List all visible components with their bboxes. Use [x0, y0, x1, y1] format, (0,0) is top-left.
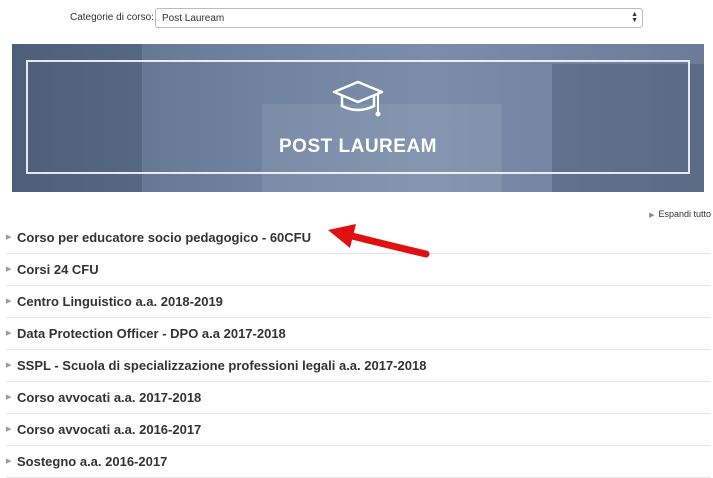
select-caret-icon: ▲ ▼: [631, 11, 638, 24]
collapse-triangle-icon: ▶: [6, 426, 12, 433]
collapse-triangle-icon: ▶: [6, 458, 12, 465]
collapse-triangle-icon: ▶: [6, 234, 12, 241]
banner-title: POST LAUREAM: [279, 136, 437, 157]
course-name[interactable]: Sostegno a.a. 2016-2017: [17, 454, 167, 469]
collapse-triangle-icon: ▶: [6, 266, 12, 273]
expand-all-label: Espandi tutto: [658, 209, 711, 219]
collapse-triangle-icon: ▶: [6, 394, 12, 401]
expand-triangle-icon: ▶: [649, 212, 655, 219]
course-item[interactable]: ▶ Centro Linguistico a.a. 2018-2019: [6, 286, 710, 318]
collapse-triangle-icon: ▶: [6, 330, 12, 337]
collapse-triangle-icon: ▶: [6, 298, 12, 305]
course-item[interactable]: ▶ Corso avvocati a.a. 2016-2017: [6, 414, 710, 446]
course-name[interactable]: Corso avvocati a.a. 2017-2018: [17, 390, 201, 405]
course-name[interactable]: Centro Linguistico a.a. 2018-2019: [17, 294, 223, 309]
category-banner: POST LAUREAM: [12, 44, 704, 192]
course-name[interactable]: Corso avvocati a.a. 2016-2017: [17, 422, 201, 437]
collapse-triangle-icon: ▶: [6, 362, 12, 369]
course-item[interactable]: ▶ SSPL - Scuola di specializzazione prof…: [6, 350, 710, 382]
course-name[interactable]: Data Protection Officer - DPO a.a 2017-2…: [17, 326, 286, 341]
category-filter: Categorie di corso: Post Lauream ▲ ▼: [0, 8, 713, 30]
course-name[interactable]: Corsi 24 CFU: [17, 262, 99, 277]
course-item[interactable]: ▶ Sostegno a.a. 2016-2017: [6, 446, 710, 478]
red-arrow-annotation: [328, 224, 430, 258]
course-name[interactable]: Corso per educatore socio pedagogico - 6…: [17, 230, 311, 245]
graduation-cap-icon: [332, 80, 384, 117]
course-item[interactable]: ▶ Corso avvocati a.a. 2017-2018: [6, 382, 710, 414]
expand-all-link[interactable]: ▶ Espandi tutto: [649, 209, 711, 219]
course-item[interactable]: ▶ Data Protection Officer - DPO a.a 2017…: [6, 318, 710, 350]
course-name[interactable]: SSPL - Scuola di specializzazione profes…: [17, 358, 426, 373]
category-select-value: Post Lauream: [162, 13, 225, 24]
category-filter-label: Categorie di corso:: [70, 12, 154, 23]
category-select[interactable]: Post Lauream ▲ ▼: [155, 8, 643, 28]
